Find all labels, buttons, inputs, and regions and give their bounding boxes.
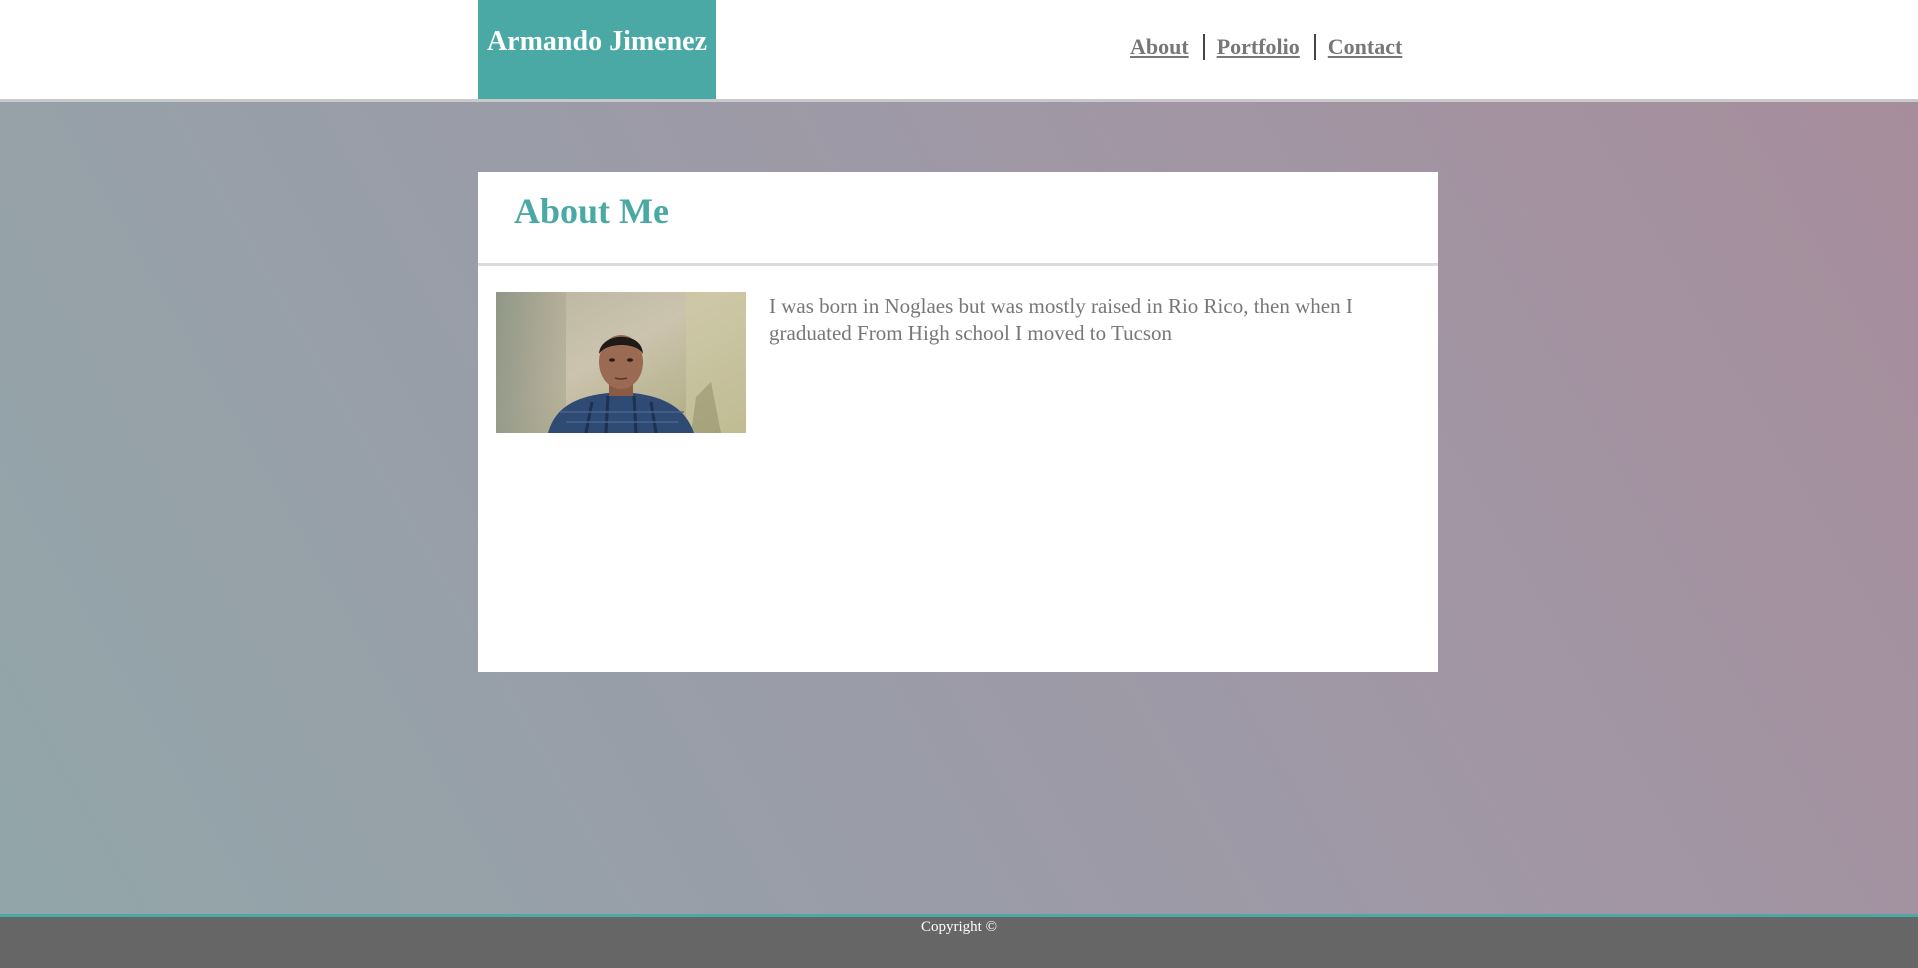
nav-link-portfolio[interactable]: Portfolio [1217,34,1300,60]
main-content: About Me I was born in Noglaes but was m… [0,102,1918,914]
bio-text: I was born in Noglaes but was mostly rai… [769,294,1353,345]
site-footer: Copyright © [0,914,1918,968]
nav-link-about[interactable]: About [1130,34,1189,60]
about-card-header: About Me [478,172,1438,266]
nav-separator [1202,34,1205,60]
site-brand[interactable]: Armando Jimenez [478,0,716,99]
nav-separator [1313,34,1316,60]
page-title: About Me [514,191,669,231]
profile-photo [496,292,746,433]
main-nav: About Portfolio Contact [1130,34,1402,60]
nav-link-contact[interactable]: Contact [1328,34,1403,60]
site-header: Armando Jimenez About Portfolio Contact [0,0,1918,102]
copyright-text: Copyright © [921,919,997,935]
about-card: About Me I was born in Noglaes but was m… [478,172,1438,672]
